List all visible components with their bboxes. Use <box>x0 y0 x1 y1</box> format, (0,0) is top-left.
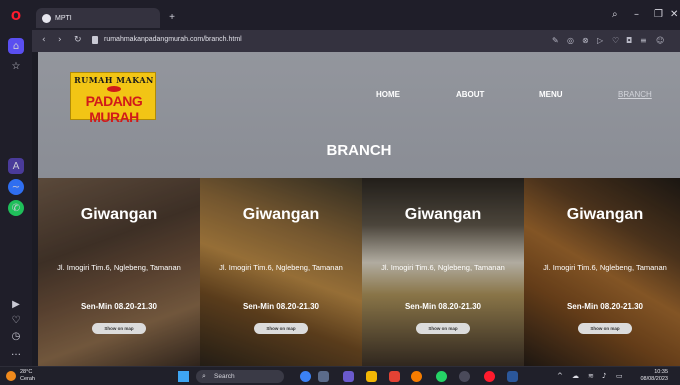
teams-icon[interactable] <box>343 371 354 382</box>
page-title: BRANCH <box>326 142 392 159</box>
bookmark-heart-icon[interactable]: ♡ <box>612 36 619 45</box>
task-view-icon[interactable] <box>318 371 329 382</box>
logo-line1: RUMAH MAKAN <box>74 75 154 85</box>
wifi-icon[interactable]: ≋ <box>588 372 594 380</box>
branch-name: Giwangan <box>242 206 320 223</box>
weather-sun-icon[interactable] <box>6 371 16 381</box>
maximize-icon[interactable]: ❐ <box>654 9 663 20</box>
branch-hours: Sen-Min 08.20-21.30 <box>80 302 158 311</box>
firefox-icon[interactable] <box>411 371 422 382</box>
tray-app-icon[interactable]: ☁ <box>572 372 579 380</box>
camera-icon[interactable]: ◎ <box>567 36 574 45</box>
branch-name: Giwangan <box>566 206 644 223</box>
screen: O ⌂ ☆ A ~ ✆ ▶ ♡ ◷ … MPTI + ⌕ – ❐ ✕ ‹ › ↻… <box>0 0 680 385</box>
branch-address: Jl. Imogiri Tim.6, Nglebeng, Tamanan <box>57 263 181 272</box>
clock-date: 08/08/2023 <box>640 376 668 382</box>
copilot-icon[interactable] <box>300 371 311 382</box>
volume-icon[interactable]: ♪ <box>602 372 606 380</box>
lock-icon <box>92 36 98 44</box>
branch-address: Jl. Imogiri Tim.6, Nglebeng, Tamanan <box>381 263 505 272</box>
logo-chili-icon <box>107 86 121 92</box>
logo-line2: PADANG MURAH <box>85 93 143 125</box>
profile-icon[interactable]: ☺ <box>656 36 664 45</box>
media-player-icon[interactable] <box>459 371 470 382</box>
nav-branch[interactable]: BRANCH <box>618 90 652 99</box>
clock-time: 10:35 <box>654 369 668 375</box>
show-on-map-button[interactable]: Show on map <box>578 323 632 334</box>
site-header: RUMAH MAKAN PADANG MURAH HOME ABOUT MENU… <box>38 52 680 178</box>
branch-list: Giwangan Jl. Imogiri Tim.6, Nglebeng, Ta… <box>38 178 680 366</box>
heart-icon[interactable]: ♡ <box>8 312 24 328</box>
tray-chevron-icon[interactable]: ^ <box>557 372 563 380</box>
opera-sidebar: O ⌂ ☆ A ~ ✆ ▶ ♡ ◷ … <box>0 0 32 366</box>
taskbar-search[interactable]: ⌕ Search <box>196 370 284 383</box>
branch-name: Giwangan <box>80 206 158 223</box>
tab-strip: MPTI + ⌕ – ❐ ✕ <box>32 0 680 30</box>
speed-dial-icon[interactable]: ☆ <box>8 58 24 74</box>
branch-card: Giwangan Jl. Imogiri Tim.6, Nglebeng, Ta… <box>200 178 362 366</box>
office-icon[interactable] <box>389 371 400 382</box>
show-on-map-button[interactable]: Show on map <box>254 323 308 334</box>
clock[interactable]: 10:35 08/08/2023 <box>632 369 668 383</box>
word-icon[interactable] <box>507 371 518 382</box>
whatsapp-icon[interactable]: ✆ <box>8 200 24 216</box>
reload-icon[interactable]: ↻ <box>74 35 82 45</box>
nav-about[interactable]: ABOUT <box>456 90 484 99</box>
search-tabs-icon[interactable]: ⌕ <box>612 9 618 20</box>
windows-start-icon[interactable] <box>178 371 189 382</box>
opera-taskbar-icon[interactable] <box>484 371 495 382</box>
search-icon: ⌕ <box>202 372 206 380</box>
branch-hours: Sen-Min 08.20-21.30 <box>566 302 644 311</box>
branch-address: Jl. Imogiri Tim.6, Nglebeng, Tamanan <box>219 263 343 272</box>
minimize-icon[interactable]: – <box>634 9 639 20</box>
adblock-icon[interactable]: ⊗ <box>582 36 589 45</box>
new-tab-icon[interactable]: + <box>166 12 178 24</box>
weather-condition: Cerah <box>20 376 35 382</box>
battery-icon[interactable]: ▭ <box>616 372 623 380</box>
easy-setup-icon[interactable]: ≡ <box>640 36 647 45</box>
nav-home[interactable]: HOME <box>376 90 400 99</box>
home-icon[interactable]: ⌂ <box>8 38 24 54</box>
taskbar: 28°C Cerah ⌕ Search ^ ☁ ≋ ♪ ▭ 10:35 08/0… <box>0 366 680 385</box>
temperature: 28°C <box>20 369 33 375</box>
show-on-map-button[interactable]: Show on map <box>92 323 146 334</box>
branch-card: Giwangan Jl. Imogiri Tim.6, Nglebeng, Ta… <box>362 178 524 366</box>
search-label: Search <box>214 373 235 380</box>
messenger-icon[interactable]: ~ <box>8 179 24 195</box>
history-icon[interactable]: ◷ <box>8 328 24 344</box>
branch-address: Jl. Imogiri Tim.6, Nglebeng, Tamanan <box>543 263 667 272</box>
player-icon[interactable]: ▶ <box>8 296 24 312</box>
snapshot-icon[interactable]: ◘ <box>626 36 632 45</box>
whatsapp-taskbar-icon[interactable] <box>436 371 447 382</box>
branch-hours: Sen-Min 08.20-21.30 <box>404 302 482 311</box>
url-field[interactable]: rumahmakanpadangmurah.com/branch.html <box>104 36 242 43</box>
send-icon[interactable]: ▷ <box>597 36 603 45</box>
branch-card: Giwangan Jl. Imogiri Tim.6, Nglebeng, Ta… <box>524 178 680 366</box>
tab-mpti[interactable]: MPTI <box>36 8 160 28</box>
edit-icon[interactable]: ✎ <box>552 36 559 45</box>
opera-logo-icon[interactable]: O <box>8 8 24 24</box>
file-explorer-icon[interactable] <box>366 371 377 382</box>
close-icon[interactable]: ✕ <box>670 9 678 20</box>
site-logo[interactable]: RUMAH MAKAN PADANG MURAH <box>70 72 156 125</box>
back-icon[interactable]: ‹ <box>42 35 46 45</box>
branch-name: Giwangan <box>404 206 482 223</box>
branch-hours: Sen-Min 08.20-21.30 <box>242 302 320 311</box>
more-icon[interactable]: … <box>8 344 24 360</box>
show-on-map-button[interactable]: Show on map <box>416 323 470 334</box>
web-page: RUMAH MAKAN PADANG MURAH HOME ABOUT MENU… <box>38 52 680 366</box>
nav-menu[interactable]: MENU <box>539 90 563 99</box>
tab-title: MPTI <box>55 14 72 22</box>
address-bar: ‹ › ↻ rumahmakanpadangmurah.com/branch.h… <box>32 30 680 52</box>
forward-icon[interactable]: › <box>58 35 62 45</box>
tab-favicon-icon <box>42 13 51 23</box>
weather-widget[interactable]: 28°C Cerah <box>20 369 35 383</box>
aria-icon[interactable]: A <box>8 158 24 174</box>
branch-card: Giwangan Jl. Imogiri Tim.6, Nglebeng, Ta… <box>38 178 200 366</box>
